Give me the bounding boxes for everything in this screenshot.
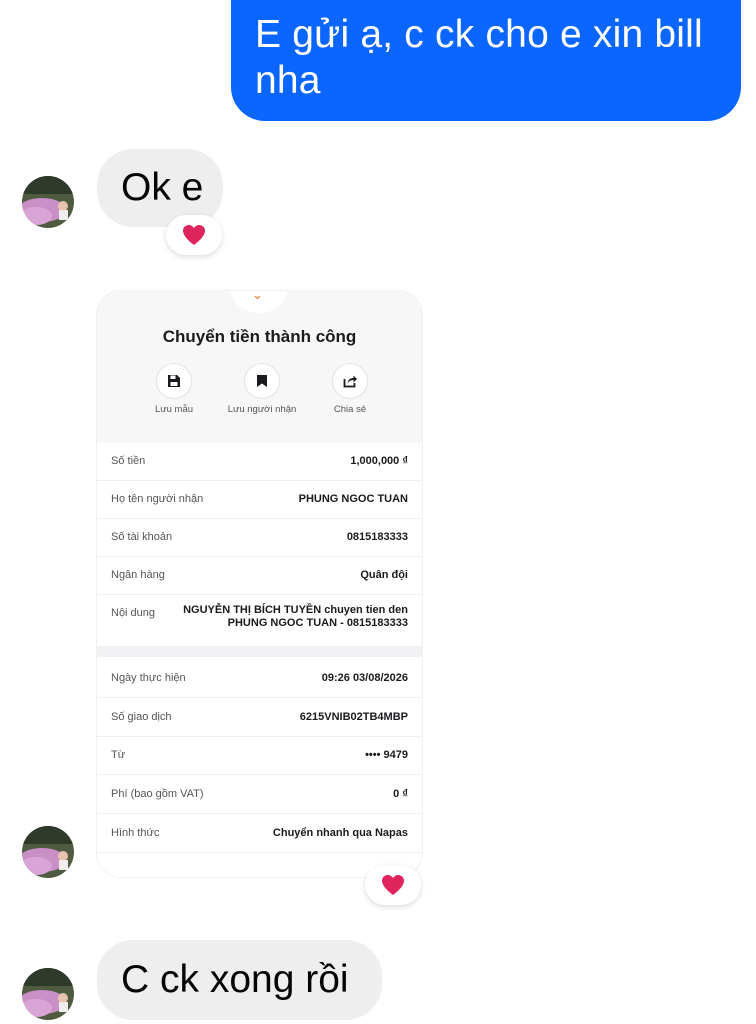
date-value: 09:26 03/08/2026 [321,672,408,684]
fee-label: Phí (bao gồm VAT) [111,788,204,800]
avatar-photo [22,968,74,1020]
section-divider [97,647,422,657]
chevron-down-icon: ⌄ [252,291,263,302]
contact-avatar[interactable] [22,176,74,228]
from-value: •••• 9479 [365,749,408,761]
from-label: Từ [111,749,126,761]
incoming-message-bubble[interactable]: C ck xong rồi [97,940,382,1020]
account-number-value: 0815183333 [346,531,408,543]
receipt-row-content: Nội dung NGUYỄN THỊ BÍCH TUYỀN chuyen ti… [97,595,422,647]
transaction-id-label: Số giao dịch [111,711,172,723]
fee-value: 0 ₫ [393,788,408,800]
recipient-name-label: Họ tên người nhận [111,493,204,505]
amount-value: 1,000,000 ₫ [350,455,408,467]
incoming-message-text: C ck xong rồi [121,958,349,1001]
receipt-row-fee: Phí (bao gồm VAT) 0 ₫ [97,776,422,814]
method-label: Hình thức [111,827,160,839]
receipt-row-account-number: Số tài khoản 0815183333 [97,519,422,557]
outgoing-message-line-2: nha [255,59,321,102]
save-icon [168,375,180,387]
content-value: NGUYỄN THỊ BÍCH TUYỀN chuyen tien den PH… [183,604,408,630]
heart-icon [382,875,404,895]
receipt-row-recipient-name: Họ tên người nhận PHUNG NGOC TUAN [97,481,422,519]
receipt-row-amount: Số tiền 1,000,000 ₫ [97,443,422,481]
content-value-line-1: NGUYỄN THỊ BÍCH TUYỀN chuyen tien den [183,604,408,616]
receipt-header: ⌄ Chuyển tiền thành công Lưu mẫu Lưu ngư… [97,291,422,443]
receipt-row-method: Hình thức Chuyển nhanh qua Napas [97,815,422,853]
heart-icon [183,225,205,245]
receipt-row-from: Từ •••• 9479 [97,737,422,775]
share-label: Chia sẻ [333,404,367,415]
share-icon [343,375,357,388]
amount-label: Số tiền [111,455,146,467]
bookmark-icon [257,375,267,387]
heart-reaction[interactable] [166,215,222,255]
outgoing-message-bubble[interactable]: E gửi ạ, c ck cho e xin bill nha [231,0,741,121]
contact-avatar[interactable] [22,826,74,878]
bank-label: Ngân hàng [111,569,165,581]
transfer-receipt-image[interactable]: ⌄ Chuyển tiền thành công Lưu mẫu Lưu ngư… [97,291,422,877]
receipt-title: Chuyển tiền thành công [162,327,357,346]
account-number-label: Số tài khoản [111,531,173,543]
method-value: Chuyển nhanh qua Napas [272,827,408,839]
contact-avatar[interactable] [22,968,74,1020]
receipt-row-bank: Ngân hàng Quân đội [97,557,422,595]
outgoing-message-line-1: E gửi ạ, c ck cho e xin bill [255,13,703,56]
bank-value: Quân đội [360,569,408,581]
recipient-name-value: PHUNG NGOC TUAN [298,493,408,505]
receipt-row-date: Ngày thực hiện 09:26 03/08/2026 [97,660,422,698]
transaction-id-value: 6215VNIB02TB4MBP [299,711,408,723]
avatar-photo [22,826,74,878]
avatar-photo [22,176,74,228]
date-label: Ngày thực hiện [111,672,186,684]
content-label: Nội dung [111,607,156,619]
receipt-row-transaction-id: Số giao dịch 6215VNIB02TB4MBP [97,699,422,737]
incoming-message-text: Ok e [121,166,204,209]
share-button[interactable]: Chia sẻ [295,363,405,415]
content-value-line-2: PHUNG NGOC TUAN - 0815183333 [227,617,408,629]
heart-reaction[interactable] [365,865,421,905]
